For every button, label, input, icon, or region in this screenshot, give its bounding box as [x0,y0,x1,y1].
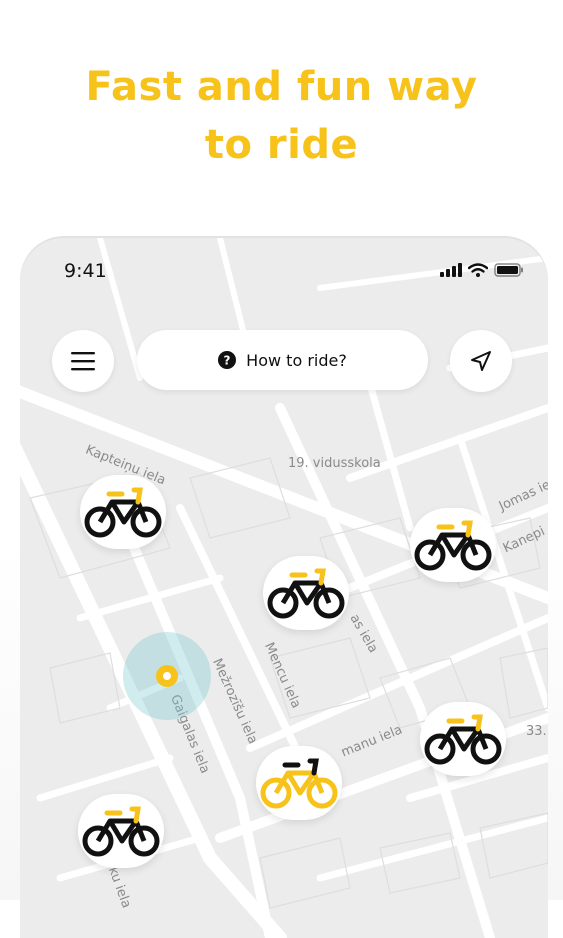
user-location-marker [123,632,211,720]
bike-marker[interactable] [80,475,166,549]
phone-mockup: 9:41 ? How to ride? Kapteiņu iela 19. vi… [20,238,548,938]
wifi-icon [468,263,488,277]
status-icons [440,263,524,277]
bike-marker[interactable] [410,508,496,582]
bicycle-icon [82,806,160,857]
bicycle-icon [414,520,492,571]
hamburger-icon [71,352,95,371]
svg-text:?: ? [224,354,231,368]
bike-marker-selected[interactable] [256,746,342,820]
signal-icon [440,263,462,277]
place-label-33: 33. [526,724,547,739]
headline-line-1: Fast and fun way [85,64,478,110]
status-bar: 9:41 [20,238,548,304]
bike-marker[interactable] [263,556,349,630]
user-location-dot [156,665,178,687]
bicycle-icon [267,568,345,619]
headline-line-2: to ride [204,122,359,168]
place-label-school: 19. vidusskola [288,456,381,471]
headline: Fast and fun way to ride [0,58,563,174]
bicycle-icon [84,487,162,538]
menu-button[interactable] [52,330,114,392]
locate-me-button[interactable] [450,330,512,392]
bike-marker[interactable] [78,794,164,868]
how-to-ride-label: How to ride? [246,350,347,370]
bicycle-icon [424,714,502,765]
status-time: 9:41 [64,260,107,282]
battery-icon [494,263,523,277]
navigation-arrow-icon [471,351,491,371]
how-to-ride-button[interactable]: ? How to ride? [137,330,428,390]
bike-marker[interactable] [420,702,506,776]
question-circle-icon: ? [218,351,237,369]
bicycle-icon [260,758,338,809]
